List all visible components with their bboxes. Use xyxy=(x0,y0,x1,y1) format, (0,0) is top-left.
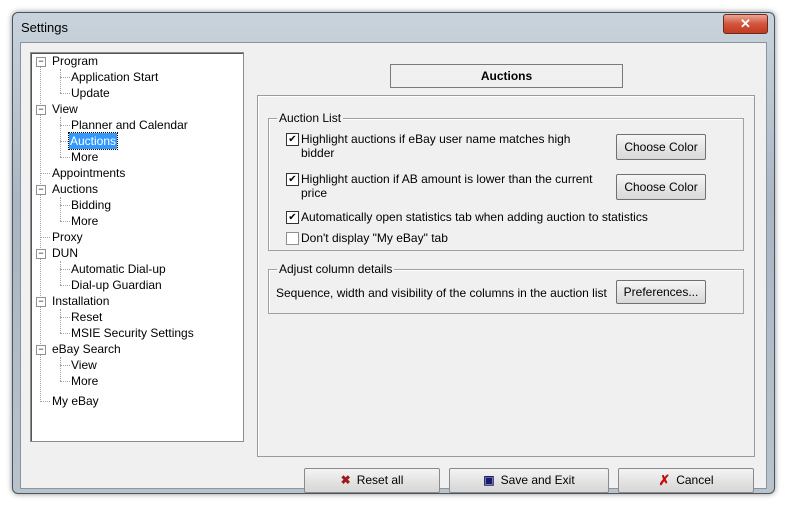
close-button[interactable]: ✕ xyxy=(723,14,768,34)
tree-item-installation[interactable]: Installation xyxy=(52,293,109,309)
collapse-icon[interactable]: − xyxy=(36,297,46,307)
tree-item-ebay-search[interactable]: eBay Search xyxy=(52,341,121,357)
collapse-icon[interactable]: − xyxy=(36,185,46,195)
page-title: Auctions xyxy=(390,64,623,88)
collapse-icon[interactable]: − xyxy=(36,105,46,115)
save-and-exit-label: Save and Exit xyxy=(500,473,575,487)
choose-color-button-1[interactable]: Choose Color xyxy=(616,134,706,160)
reset-all-label: Reset all xyxy=(356,473,404,487)
auto-open-statistics-checkbox[interactable]: ✔ xyxy=(286,211,299,224)
tree-item-automatic-dial-up[interactable]: Automatic Dial-up xyxy=(71,261,166,277)
highlight-amount-label-line2: price xyxy=(301,186,328,200)
save-and-exit-button[interactable]: ▣ Save and Exit xyxy=(449,468,609,493)
tree-item-msie-security-settings[interactable]: MSIE Security Settings xyxy=(71,325,194,341)
tree-item-application-start[interactable]: Application Start xyxy=(71,69,158,85)
auction-list-group: Auction List ✔ Highlight auctions if eBa… xyxy=(268,111,744,251)
collapse-icon[interactable]: − xyxy=(36,249,46,259)
column-details-group: Adjust column details Sequence, width an… xyxy=(268,262,744,314)
tree-item-auctions[interactable]: Auctions xyxy=(52,181,98,197)
reset-all-button[interactable]: ✖ Reset all xyxy=(304,468,440,493)
cancel-button[interactable]: ✗ Cancel xyxy=(618,468,754,493)
collapse-icon[interactable]: − xyxy=(36,345,46,355)
title-bar[interactable]: Settings ✕ xyxy=(13,13,774,41)
column-details-group-label: Adjust column details xyxy=(277,262,395,276)
tree-item-program[interactable]: Program xyxy=(52,53,98,69)
choose-color-button-2[interactable]: Choose Color xyxy=(616,174,706,200)
auto-open-statistics-label: Automatically open statistics tab when a… xyxy=(301,210,648,224)
tree-item-bidding[interactable]: Bidding xyxy=(71,197,111,213)
tree-item-proxy[interactable]: Proxy xyxy=(52,229,83,245)
settings-window: Settings ✕ − Program Application Start U… xyxy=(12,12,775,494)
floppy-disk-icon: ▣ xyxy=(483,473,495,488)
highlight-amount-label-line1: Highlight auction if AB amount is lower … xyxy=(301,172,593,186)
tree-item-dial-up-guardian[interactable]: Dial-up Guardian xyxy=(71,277,162,293)
highlight-amount-checkbox[interactable]: ✔ xyxy=(286,173,299,186)
dont-display-my-ebay-checkbox[interactable] xyxy=(286,232,299,245)
tree-item-my-ebay[interactable]: My eBay xyxy=(52,393,99,409)
highlight-username-checkbox[interactable]: ✔ xyxy=(286,133,299,146)
cancel-x-icon: ✗ xyxy=(658,472,671,489)
tree-item-dun[interactable]: DUN xyxy=(52,245,78,261)
auction-list-group-label: Auction List xyxy=(277,111,344,125)
cancel-label: Cancel xyxy=(676,473,714,487)
close-icon: ✕ xyxy=(740,16,751,31)
column-details-description: Sequence, width and visibility of the co… xyxy=(276,286,607,300)
dialog-client-area: − Program Application Start Update − Vie… xyxy=(20,42,767,493)
tree-item-reset[interactable]: Reset xyxy=(71,309,102,325)
highlight-username-label-line2: bidder xyxy=(301,146,335,160)
tree-item-view[interactable]: View xyxy=(52,101,78,117)
dont-display-my-ebay-label: Don't display "My eBay" tab xyxy=(301,231,448,245)
settings-tree[interactable]: − Program Application Start Update − Vie… xyxy=(30,52,244,442)
tree-item-ebay-search-view[interactable]: View xyxy=(71,357,97,373)
preferences-button[interactable]: Preferences... xyxy=(616,280,706,304)
tree-item-view-more[interactable]: More xyxy=(71,149,98,165)
settings-panel: Auction List ✔ Highlight auctions if eBa… xyxy=(257,95,755,457)
highlight-username-label-line1: Highlight auctions if eBay user name mat… xyxy=(301,132,571,146)
tree-item-auctions-more[interactable]: More xyxy=(71,213,98,229)
tree-item-appointments[interactable]: Appointments xyxy=(52,165,125,181)
reset-icon: ✖ xyxy=(340,473,351,488)
collapse-icon[interactable]: − xyxy=(36,57,46,67)
tree-item-auctions-selected[interactable]: Auctions xyxy=(67,132,119,150)
tree-item-update[interactable]: Update xyxy=(71,85,110,101)
window-title: Settings xyxy=(21,20,68,35)
tree-item-planner-and-calendar[interactable]: Planner and Calendar xyxy=(71,117,188,133)
tree-item-ebay-search-more[interactable]: More xyxy=(71,373,98,389)
